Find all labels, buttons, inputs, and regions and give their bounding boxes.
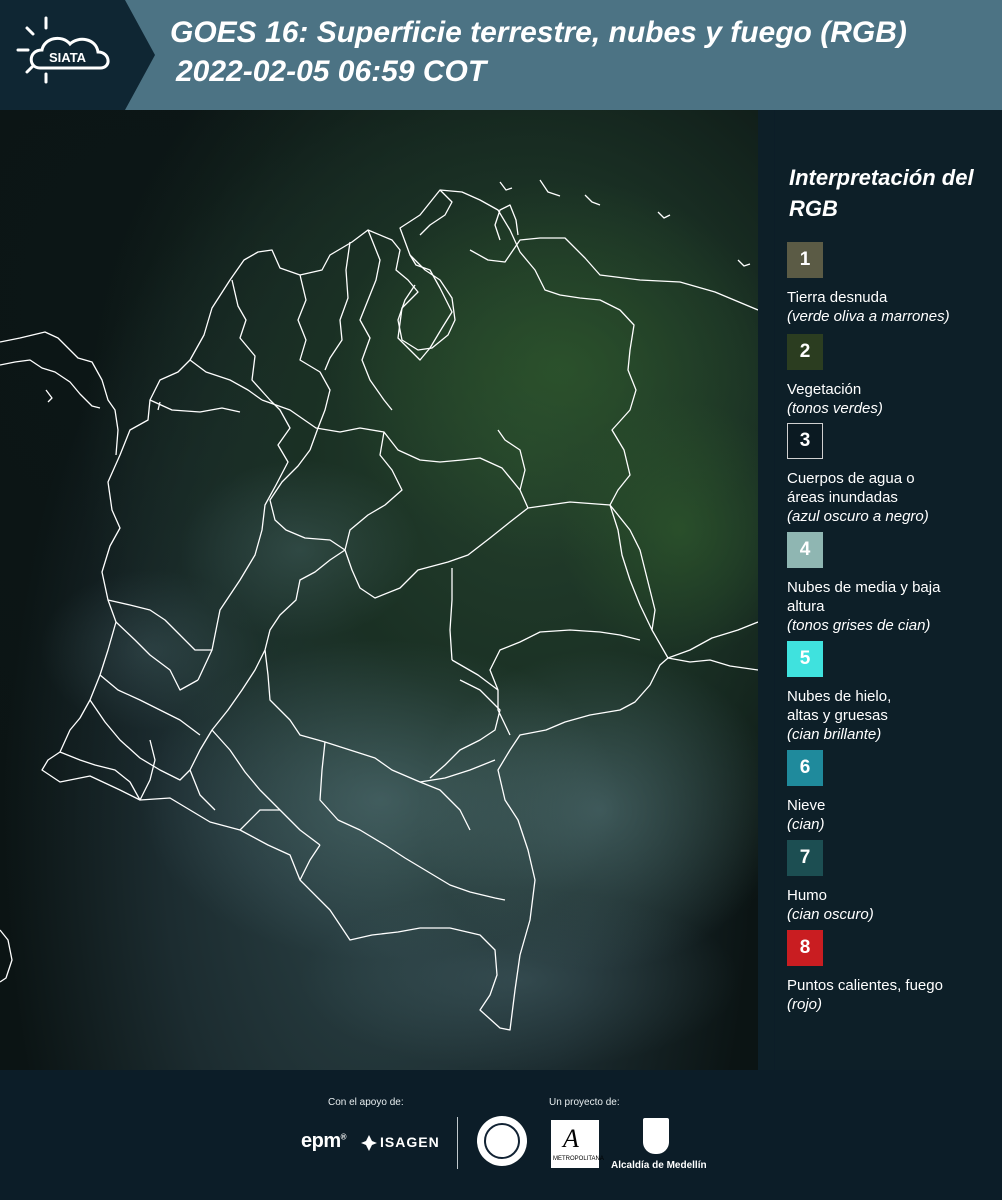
legend-item-ice-clouds: 5 Nubes de hielo, altas y gruesas (cian … — [787, 641, 992, 744]
logo-text: SIATA — [49, 50, 87, 65]
swatch-8: 8 — [787, 930, 823, 966]
map-overlay — [0, 179, 758, 1070]
timestamp: 2022-02-05 06:59 COT — [176, 55, 487, 88]
area-name: METROPOLITANA — [553, 1156, 604, 1162]
legend-item-vegetation: 2 Vegetación (tonos verdes) — [787, 334, 992, 418]
swatch-7: 7 — [787, 840, 823, 876]
legend-item-bare-soil: 1 Tierra desnuda (verde oliva a marrones… — [787, 242, 992, 326]
legend-sub: (azul oscuro a negro) — [787, 508, 929, 525]
area-metropolitana-logo[interactable]: A METROPOLITANA — [551, 1120, 604, 1168]
isagen-logo[interactable]: ISAGEN — [380, 1134, 440, 1150]
logo-background-icon: SIATA — [0, 0, 155, 110]
legend-label: Humo — [787, 887, 828, 904]
legend-item-fire: 8 Puntos calientes, fuego (rojo) — [787, 930, 992, 1014]
swatch-4: 4 — [787, 532, 823, 568]
area-logo-mark: A — [563, 1124, 579, 1153]
legend-sub: (rojo) — [787, 996, 823, 1013]
medellin-label[interactable]: Alcaldía de Medellín — [611, 1160, 707, 1171]
medellin-seal-icon[interactable] — [477, 1116, 527, 1166]
legend-label: Nubes de media y baja altura — [787, 579, 941, 615]
isagen-icon — [361, 1135, 377, 1151]
legend-item-mid-low-clouds: 4 Nubes de media y baja altura (tonos gr… — [787, 532, 992, 635]
legend-title: Interpretación del RGB — [789, 165, 974, 221]
legend-item-snow: 6 Nieve (cian) — [787, 750, 992, 834]
footer: Con el apoyo de: Un proyecto de: epm® IS… — [0, 1070, 1002, 1200]
swatch-1: 1 — [787, 242, 823, 278]
seal-ring — [484, 1123, 520, 1159]
epm-logo[interactable]: epm® — [301, 1130, 347, 1153]
legend-label: Vegetación — [787, 381, 862, 398]
legend-sub: (cian brillante) — [787, 726, 882, 743]
legend-sub: (cian) — [787, 816, 825, 833]
legend-label: Puntos calientes, fuego — [787, 977, 943, 994]
swatch-6: 6 — [787, 750, 823, 786]
satellite-map[interactable] — [0, 110, 758, 1070]
siata-logo[interactable]: SIATA — [0, 0, 155, 110]
swatch-3: 3 — [787, 423, 823, 459]
support-label: Con el apoyo de: — [328, 1097, 404, 1108]
legend-item-smoke: 7 Humo (cian oscuro) — [787, 840, 992, 924]
swatch-2: 2 — [787, 334, 823, 370]
page-title: GOES 16: Superficie terrestre, nubes y f… — [170, 16, 907, 49]
map-divider — [758, 110, 774, 1070]
header-bar: SIATA GOES 16: Superficie terrestre, nub… — [0, 0, 1002, 110]
medellin-shield-icon — [643, 1118, 669, 1154]
legend-sub: (cian oscuro) — [787, 906, 874, 923]
legend-item-water: 3 Cuerpos de agua o áreas inundadas (azu… — [787, 423, 992, 526]
epm-mark: ® — [340, 1132, 347, 1142]
legend-label: Nieve — [787, 797, 826, 814]
legend-sub: (tonos grises de cian) — [787, 617, 931, 634]
project-label: Un proyecto de: — [549, 1097, 620, 1108]
epm-text: epm — [301, 1130, 341, 1152]
legend-label: Tierra desnuda — [787, 289, 888, 306]
legend-sub: (tonos verdes) — [787, 400, 883, 417]
legend-panel: Interpretación del RGB 1 Tierra desnuda … — [775, 110, 1002, 1070]
footer-divider — [457, 1117, 458, 1169]
legend-label: Cuerpos de agua o áreas inundadas — [787, 470, 915, 506]
legend-sub: (verde oliva a marrones) — [787, 308, 950, 325]
legend-label: Nubes de hielo, altas y gruesas — [787, 688, 892, 724]
swatch-5: 5 — [787, 641, 823, 677]
